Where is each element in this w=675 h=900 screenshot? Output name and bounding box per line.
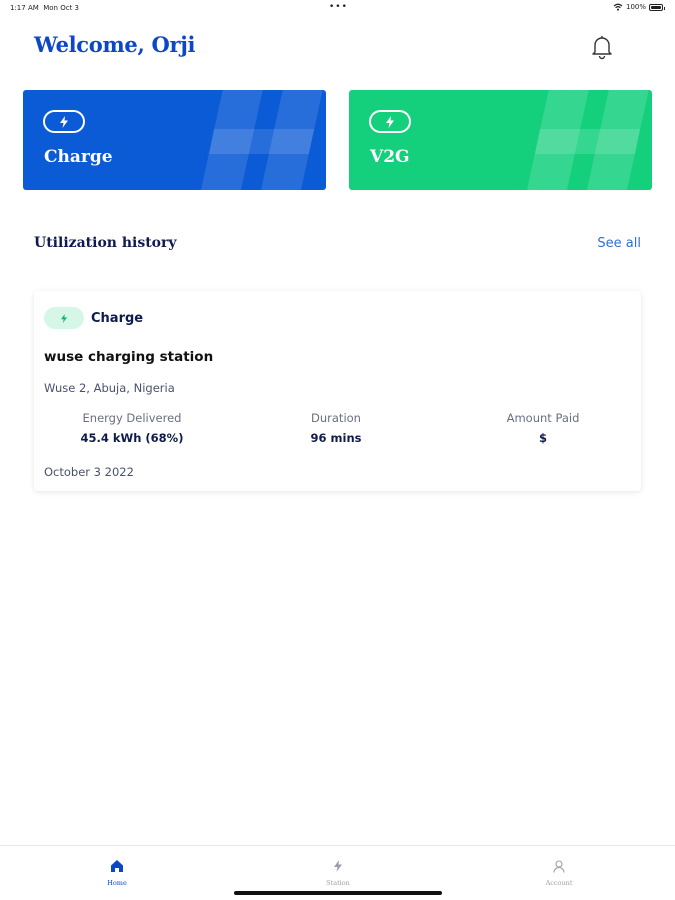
notifications-button[interactable] xyxy=(590,34,614,60)
bolt-icon xyxy=(61,313,67,323)
tab-station[interactable]: Station xyxy=(298,858,378,887)
multitasking-dots[interactable]: ••• xyxy=(329,2,348,12)
session-type: Charge xyxy=(91,311,144,326)
status-time: 1:17 AM Mon Oct 3 xyxy=(10,4,79,12)
tile-background-pattern xyxy=(200,90,323,190)
amount-paid-value: $ xyxy=(538,431,547,445)
status-date: Mon Oct 3 xyxy=(43,4,79,12)
tab-home-label: Home xyxy=(107,879,127,887)
battery-percent: 100% xyxy=(625,3,646,11)
status-bar: 1:17 AM Mon Oct 3 ••• 100% xyxy=(0,0,675,18)
home-indicator[interactable] xyxy=(234,891,442,895)
v2g-tile-label: V2G xyxy=(370,147,410,167)
charge-type-badge xyxy=(44,307,84,329)
tab-account[interactable]: Account xyxy=(519,858,599,887)
duration-value: 96 mins xyxy=(310,431,362,445)
history-card[interactable]: Charge wuse charging station Wuse 2, Abu… xyxy=(34,291,641,491)
status-indicators: 100% xyxy=(613,3,665,11)
duration-stat: Duration 96 mins xyxy=(296,411,376,445)
v2g-tile-badge xyxy=(369,110,411,133)
wifi-icon xyxy=(613,3,623,11)
charge-tile[interactable]: Charge xyxy=(23,90,326,190)
account-icon xyxy=(553,859,565,873)
tab-home[interactable]: Home xyxy=(77,858,157,887)
see-all-link[interactable]: See all xyxy=(597,236,641,251)
v2g-tile[interactable]: V2G xyxy=(349,90,652,190)
bolt-icon xyxy=(60,115,68,128)
energy-delivered-stat: Energy Delivered 45.4 kWh (68%) xyxy=(80,411,184,445)
amount-paid-label: Amount Paid xyxy=(506,411,580,425)
amount-paid-stat: Amount Paid $ xyxy=(498,411,588,445)
battery-fill xyxy=(651,5,661,9)
tab-account-label: Account xyxy=(545,879,573,887)
duration-label: Duration xyxy=(311,411,361,425)
charge-tile-label: Charge xyxy=(44,147,113,167)
bell-icon xyxy=(592,36,612,60)
station-address: Wuse 2, Abuja, Nigeria xyxy=(44,381,175,395)
station-name: wuse charging station xyxy=(44,349,214,365)
status-clock: 1:17 AM xyxy=(10,4,39,12)
tab-station-label: Station xyxy=(326,879,350,887)
energy-delivered-label: Energy Delivered xyxy=(82,411,182,425)
tile-background-pattern xyxy=(526,90,649,190)
home-icon xyxy=(111,860,123,872)
energy-delivered-value: 45.4 kWh (68%) xyxy=(80,431,184,445)
bolt-icon xyxy=(386,115,394,128)
station-icon xyxy=(334,860,342,872)
battery-icon xyxy=(649,3,665,11)
charge-tile-badge xyxy=(43,110,85,133)
welcome-title: Welcome, Orji xyxy=(34,32,196,57)
utilization-history-title: Utilization history xyxy=(34,235,177,251)
session-date: October 3 2022 xyxy=(44,465,134,479)
